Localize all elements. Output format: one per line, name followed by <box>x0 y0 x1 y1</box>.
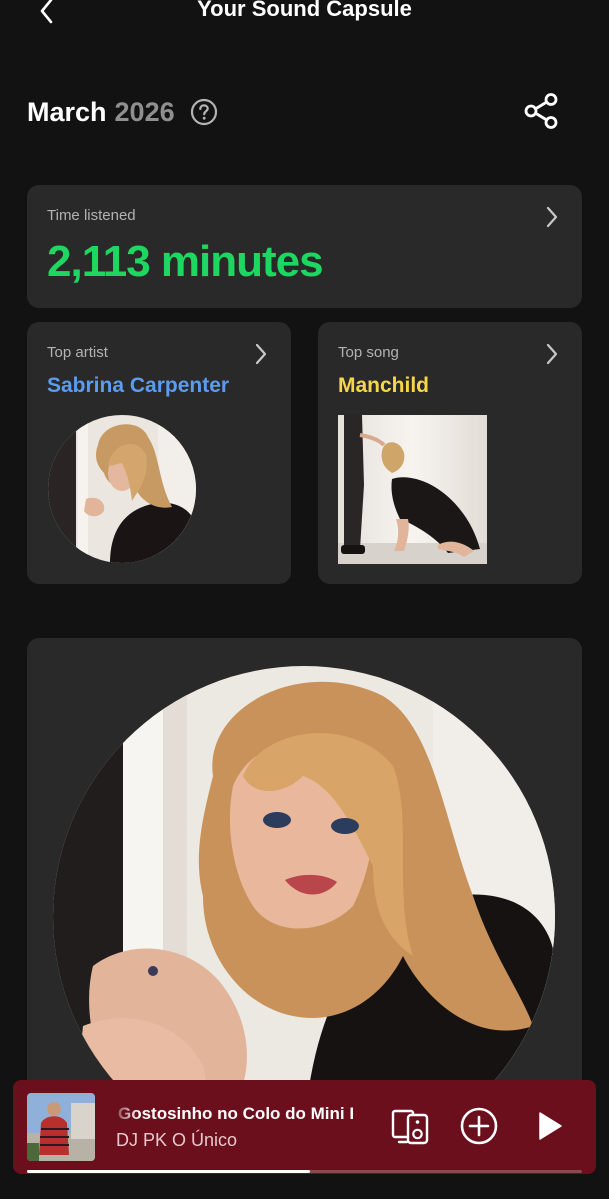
playback-progress[interactable] <box>27 1170 582 1173</box>
play-icon <box>539 1112 562 1140</box>
year-label: 2026 <box>114 96 175 127</box>
top-song-card[interactable]: Top song Manchild <box>318 322 582 584</box>
question-circle-icon <box>190 98 217 126</box>
share-button[interactable] <box>520 90 562 132</box>
top-bar: Your Sound Capsule <box>0 0 609 40</box>
period-heading: March 2026 <box>27 92 219 132</box>
page-title: Your Sound Capsule <box>197 0 412 21</box>
time-listened-card[interactable]: Time listened 2,113 minutes <box>27 185 582 308</box>
artist-feature-card <box>27 638 582 1098</box>
chevron-right-icon <box>546 206 558 228</box>
chevron-right-icon <box>546 343 558 365</box>
help-button[interactable] <box>189 97 219 127</box>
now-playing-bar[interactable]: Gostosinho no Colo do Mini I DJ PK O Úni… <box>13 1080 596 1174</box>
artist-photo <box>48 415 196 563</box>
time-listened-value: 2,113 minutes <box>47 237 324 286</box>
top-song-title: Manchild <box>338 374 430 397</box>
playback-progress-fill <box>27 1170 311 1173</box>
artist-feature-photo <box>53 666 555 1098</box>
add-circle-icon <box>460 1107 498 1145</box>
top-artist-label: Top artist <box>47 344 108 361</box>
track-title: Gostosinho no Colo do Mini I <box>118 1104 355 1123</box>
top-song-label: Top song <box>338 344 399 361</box>
track-artist: DJ PK O Único <box>116 1130 238 1150</box>
share-icon <box>524 93 558 129</box>
chevron-right-icon <box>255 343 267 365</box>
now-playing-artwork <box>27 1093 95 1161</box>
connect-device-button[interactable] <box>389 1104 433 1148</box>
album-cover <box>338 415 487 564</box>
add-to-library-button[interactable] <box>457 1104 501 1148</box>
play-button[interactable] <box>527 1104 571 1148</box>
month-label: March <box>27 96 107 127</box>
top-artist-card[interactable]: Top artist Sabrina Carpenter <box>27 322 291 584</box>
top-artist-name: Sabrina Carpenter <box>47 374 230 397</box>
connect-device-icon <box>391 1109 429 1145</box>
time-listened-label: Time listened <box>47 207 136 224</box>
